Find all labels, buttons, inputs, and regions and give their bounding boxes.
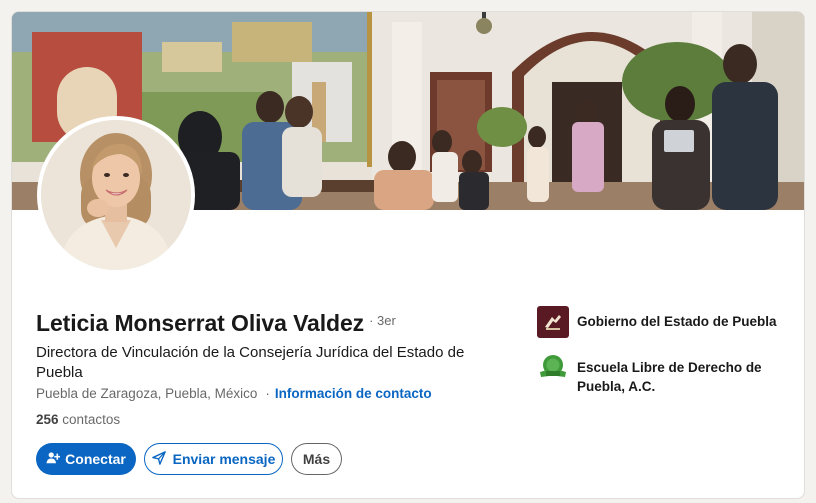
send-message-button[interactable]: Enviar mensaje <box>144 443 283 475</box>
profile-organizations: Gobierno del Estado de Puebla Escuela Li… <box>537 306 797 396</box>
profile-card: Leticia Monserrat Oliva Valdez · 3er Dir… <box>11 11 805 499</box>
profile-photo <box>41 120 191 270</box>
contact-info-link[interactable]: Información de contacto <box>275 386 432 401</box>
org-education[interactable]: Escuela Libre de Derecho de Puebla, A.C. <box>537 352 797 396</box>
profile-location: Puebla de Zaragoza, Puebla, México <box>36 386 258 401</box>
org-name: Gobierno del Estado de Puebla <box>577 314 777 329</box>
profile-name-row: Leticia Monserrat Oliva Valdez · 3er <box>36 310 396 337</box>
connections-number: 256 <box>36 412 59 427</box>
connections-count[interactable]: 256 contactos <box>36 412 120 427</box>
location-row: Puebla de Zaragoza, Puebla, México · Inf… <box>36 386 432 401</box>
org-name: Escuela Libre de Derecho de Puebla, A.C. <box>577 360 762 394</box>
connect-label: Conectar <box>65 451 126 467</box>
profile-name: Leticia Monserrat Oliva Valdez <box>36 310 365 336</box>
connections-label: contactos <box>62 412 121 427</box>
escuela-libre-derecho-logo <box>537 352 569 384</box>
connect-button[interactable]: Conectar <box>36 443 136 475</box>
send-message-label: Enviar mensaje <box>172 451 276 467</box>
gobierno-puebla-logo <box>537 306 569 338</box>
connection-degree: · 3er <box>369 313 396 328</box>
org-current-company[interactable]: Gobierno del Estado de Puebla <box>537 306 797 338</box>
profile-actions: Conectar Enviar mensaje Más <box>36 443 342 475</box>
separator: · <box>265 386 270 401</box>
profile-avatar[interactable] <box>37 116 195 274</box>
send-icon <box>151 450 166 468</box>
more-button[interactable]: Más <box>291 443 342 475</box>
profile-headline: Directora de Vinculación de la Consejerí… <box>36 344 465 381</box>
person-add-icon <box>46 451 61 468</box>
